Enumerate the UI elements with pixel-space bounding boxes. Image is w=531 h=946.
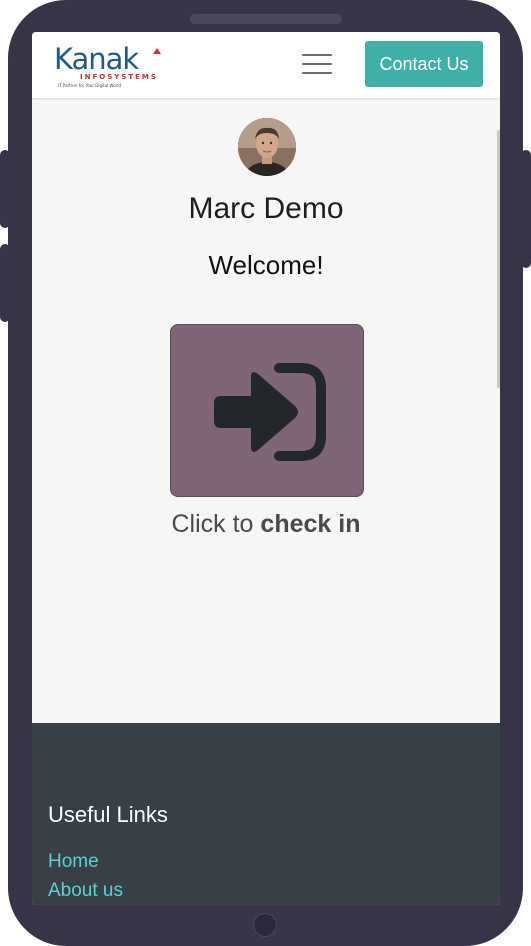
welcome-message: Welcome! [208, 250, 324, 280]
logo-tagline: IT Partner for Your Digital World [58, 83, 121, 88]
user-name: Marc Demo [188, 192, 344, 225]
footer-link-about-us[interactable]: About us [48, 880, 123, 902]
logo-arrow-icon [153, 48, 161, 54]
top-navbar: Kanak INFOSYSTEMS IT Partner for Your Di… [32, 32, 500, 98]
avatar-photo-icon [238, 118, 296, 176]
footer: Useful Links Home About us [32, 723, 500, 905]
phone-home-button [253, 913, 277, 937]
app-screen: Kanak INFOSYSTEMS IT Partner for Your Di… [32, 32, 500, 905]
phone-speaker [190, 14, 342, 24]
page-scrollbar[interactable] [497, 130, 500, 388]
footer-title: Useful Links [48, 802, 168, 827]
user-avatar [238, 118, 296, 176]
sign-in-icon [214, 363, 326, 461]
check-in-button[interactable] [170, 324, 364, 497]
phone-side-button-left-2 [0, 244, 10, 322]
check-in-label-action: check in [260, 510, 361, 538]
phone-side-button-right [521, 150, 531, 268]
contact-us-button[interactable]: Contact Us [365, 41, 483, 87]
hamburger-menu-icon[interactable] [302, 52, 332, 76]
logo-subtitle: INFOSYSTEMS [80, 73, 158, 81]
check-in-label-prefix: Click to [171, 510, 254, 538]
phone-side-button-left-1 [0, 150, 10, 228]
check-in-label: Click to check in [32, 510, 500, 539]
footer-link-home[interactable]: Home [48, 851, 99, 873]
logo-wordmark: Kanak [54, 42, 139, 76]
company-logo[interactable]: Kanak INFOSYSTEMS IT Partner for Your Di… [52, 42, 161, 90]
